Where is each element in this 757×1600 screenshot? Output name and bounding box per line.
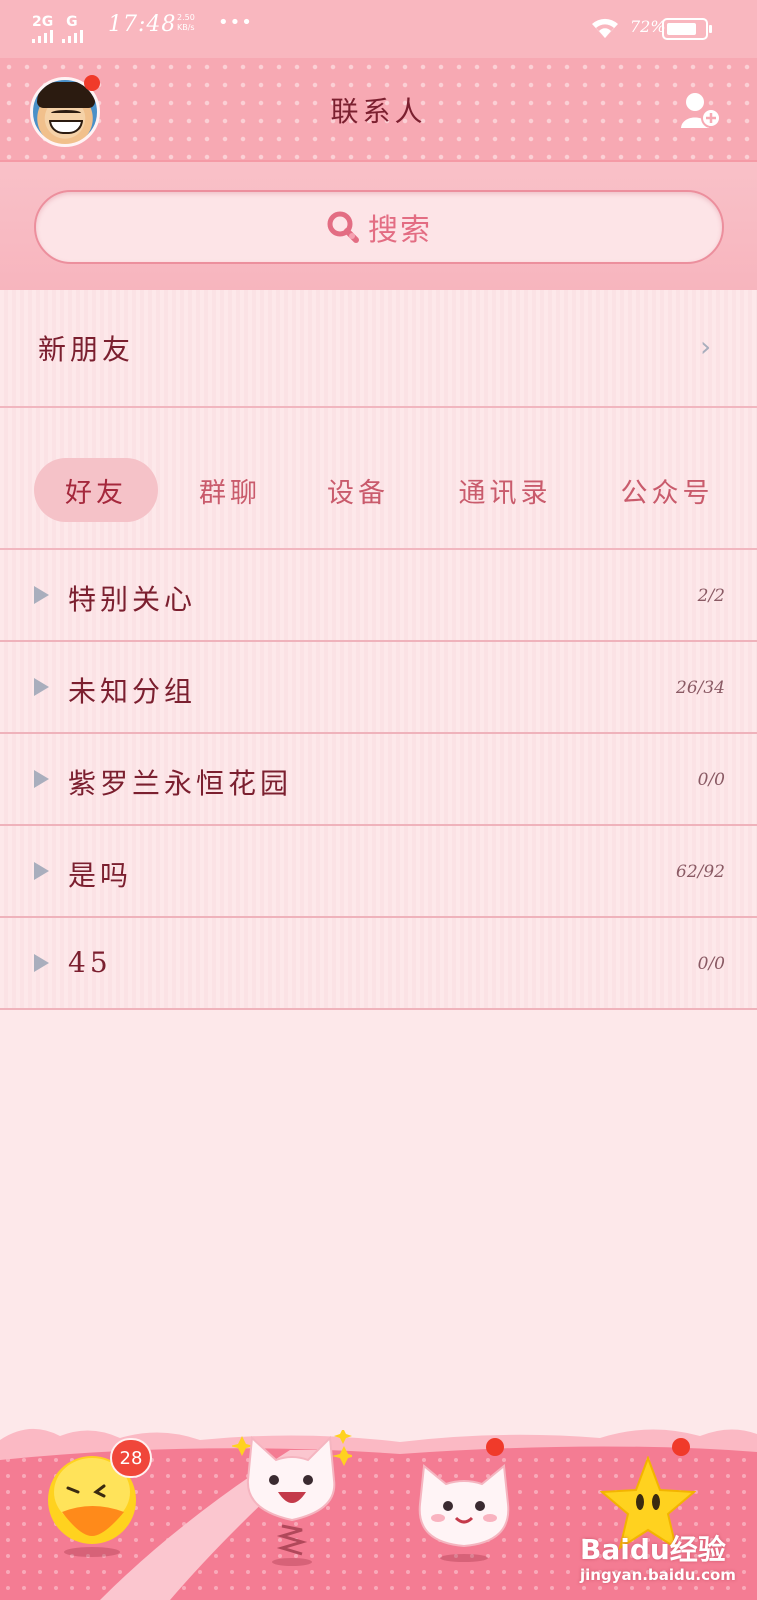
search-area: 搜索 xyxy=(0,162,757,290)
expand-arrow-icon xyxy=(34,770,49,788)
network-type: 2G G xyxy=(32,14,78,30)
group-count: 62/92 xyxy=(676,862,725,882)
group-count: 2/2 xyxy=(697,586,725,606)
search-input[interactable]: 搜索 xyxy=(34,190,724,264)
group-count: 26/34 xyxy=(676,678,725,698)
group-name: 45 xyxy=(68,946,112,979)
group-name: 紫罗兰永恒花园 xyxy=(68,767,293,800)
watermark-url: jingyan.baidu.com xyxy=(580,1566,736,1584)
group-count: 0/0 xyxy=(697,954,725,974)
tab-official-accounts[interactable]: 公众号 xyxy=(592,458,742,522)
expand-arrow-icon xyxy=(34,954,49,972)
signal-icon xyxy=(32,30,83,43)
watermark: Baidu经验 jingyan.baidu.com xyxy=(580,1528,736,1584)
battery-icon xyxy=(662,18,712,40)
new-friends-row[interactable]: 新朋友 › xyxy=(0,290,757,408)
list-item[interactable]: 45 0/0 xyxy=(0,918,757,1010)
avatar-notification-dot xyxy=(84,75,100,91)
more-notifications-icon: ••• xyxy=(218,12,253,33)
search-placeholder: 搜索 xyxy=(368,213,432,248)
expand-arrow-icon xyxy=(34,678,49,696)
contacts-tab-icon[interactable] xyxy=(232,1430,352,1570)
expand-arrow-icon xyxy=(34,586,49,604)
wifi-icon xyxy=(592,18,618,38)
contact-tabs: 好友 群聊 设备 通讯录 公众号 xyxy=(0,408,757,550)
expand-arrow-icon xyxy=(34,862,49,880)
page-title: 联系人 xyxy=(330,95,427,128)
network-speed-value: 2.50 xyxy=(177,13,195,22)
group-name: 特别关心 xyxy=(68,583,197,616)
search-icon xyxy=(327,211,359,243)
clock: 17:48 xyxy=(108,12,177,37)
status-bar: 2G G 17:48 2.50 KB/s ••• 72% xyxy=(0,0,757,58)
battery-percent: 72% xyxy=(630,17,666,36)
list-item[interactable]: 紫罗兰永恒花园 0/0 xyxy=(0,734,757,826)
group-name: 是吗 xyxy=(68,859,133,892)
tab-devices[interactable]: 设备 xyxy=(296,458,420,522)
network-speed: 2.50 KB/s xyxy=(177,13,195,33)
chevron-right-icon: › xyxy=(700,330,712,363)
star-notification-dot xyxy=(672,1438,690,1456)
group-name: 未知分组 xyxy=(68,675,197,708)
network-label-g: G xyxy=(66,14,78,30)
watermark-logo-text: Baidu经验 xyxy=(580,1533,726,1566)
tab-address-book[interactable]: 通讯录 xyxy=(428,458,582,522)
network-label-2g: 2G xyxy=(32,14,54,30)
messages-unread-badge: 28 xyxy=(110,1438,152,1478)
list-item[interactable]: 特别关心 2/2 xyxy=(0,550,757,642)
tab-groups[interactable]: 群聊 xyxy=(168,458,292,522)
list-item[interactable]: 未知分组 26/34 xyxy=(0,642,757,734)
network-speed-unit: KB/s xyxy=(177,23,195,32)
list-item[interactable]: 是吗 62/92 xyxy=(0,826,757,918)
group-count: 0/0 xyxy=(697,770,725,790)
tab-friends[interactable]: 好友 xyxy=(34,458,158,522)
dynamic-notification-dot xyxy=(486,1438,504,1456)
dynamic-tab-icon[interactable] xyxy=(412,1454,516,1564)
new-friends-label: 新朋友 xyxy=(38,333,135,366)
